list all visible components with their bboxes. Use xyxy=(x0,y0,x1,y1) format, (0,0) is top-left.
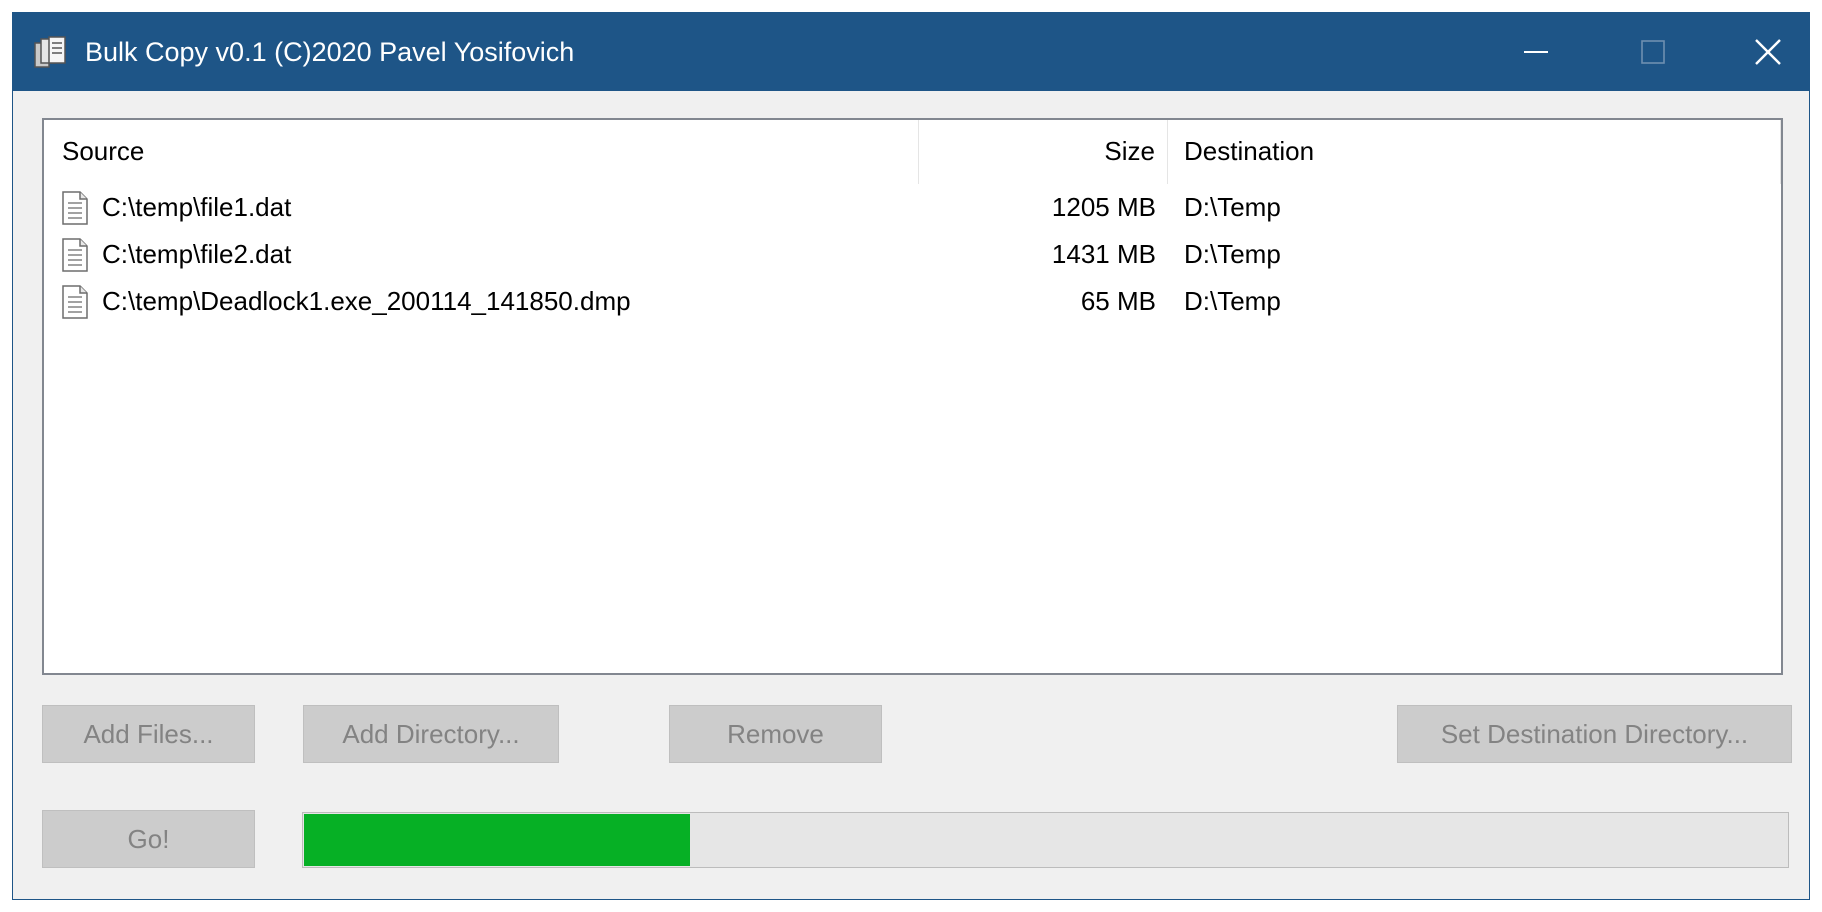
list-item[interactable]: C:\temp\file1.dat 1205 MB D:\Temp xyxy=(44,184,1781,231)
row-destination: D:\Temp xyxy=(1184,239,1281,269)
minimize-button[interactable] xyxy=(1481,13,1591,91)
document-icon xyxy=(62,191,88,225)
row-size: 1205 MB xyxy=(1051,192,1156,222)
list-header: Source Size Destination xyxy=(44,120,1781,184)
row-destination: D:\Temp xyxy=(1184,192,1281,222)
maximize-button[interactable] xyxy=(1598,13,1708,91)
column-header-source[interactable]: Source xyxy=(44,120,919,184)
row-size: 65 MB xyxy=(1080,286,1156,316)
column-header-size[interactable]: Size xyxy=(919,120,1168,184)
go-button[interactable]: Go! xyxy=(42,810,255,868)
list-item[interactable]: C:\temp\file2.dat 1431 MB D:\Temp xyxy=(44,231,1781,278)
set-destination-button[interactable]: Set Destination Directory... xyxy=(1397,705,1792,763)
document-icon xyxy=(62,238,88,272)
document-icon xyxy=(62,285,88,319)
window-title: Bulk Copy v0.1 (C)2020 Pavel Yosifovich xyxy=(85,37,575,67)
row-source: C:\temp\file1.dat xyxy=(102,192,292,222)
row-source: C:\temp\file2.dat xyxy=(102,239,292,269)
title-bar[interactable]: Bulk Copy v0.1 (C)2020 Pavel Yosifovich xyxy=(13,13,1809,91)
close-icon xyxy=(1755,39,1781,65)
minimize-icon xyxy=(1524,51,1548,53)
list-item[interactable]: C:\temp\Deadlock1.exe_200114_141850.dmp … xyxy=(44,278,1781,325)
row-source: C:\temp\Deadlock1.exe_200114_141850.dmp xyxy=(102,286,631,316)
column-header-destination[interactable]: Destination xyxy=(1168,120,1781,184)
remove-button[interactable]: Remove xyxy=(669,705,882,763)
row-size: 1431 MB xyxy=(1051,239,1156,269)
add-directory-button[interactable]: Add Directory... xyxy=(303,705,559,763)
progress-fill xyxy=(304,814,690,866)
add-files-button[interactable]: Add Files... xyxy=(42,705,255,763)
copy-progress-bar xyxy=(302,812,1789,868)
copy-files-icon xyxy=(34,36,66,68)
file-list[interactable]: Source Size Destination C:\temp\file1.da… xyxy=(42,118,1783,675)
close-button[interactable] xyxy=(1713,13,1822,91)
maximize-icon xyxy=(1641,40,1665,64)
row-destination: D:\Temp xyxy=(1184,286,1281,316)
bulk-copy-window: Bulk Copy v0.1 (C)2020 Pavel Yosifovich … xyxy=(12,12,1810,900)
